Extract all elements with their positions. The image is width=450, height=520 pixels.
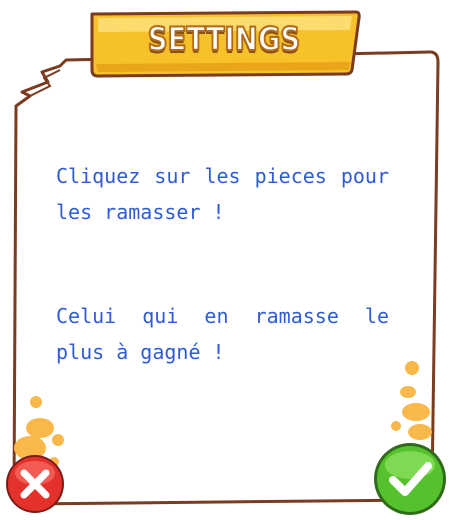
cancel-button[interactable] xyxy=(4,453,66,515)
instruction-text: Cliquez sur les pieces pour les ramasser… xyxy=(56,164,389,224)
dialog-title: SETTINGS xyxy=(147,19,301,59)
close-icon xyxy=(6,455,64,513)
confirm-button[interactable] xyxy=(372,441,448,517)
checkmark-icon xyxy=(374,443,446,515)
win-condition-text: Celui qui en ramasse le plus à gagné ! xyxy=(56,304,389,364)
panel-background xyxy=(12,50,440,506)
